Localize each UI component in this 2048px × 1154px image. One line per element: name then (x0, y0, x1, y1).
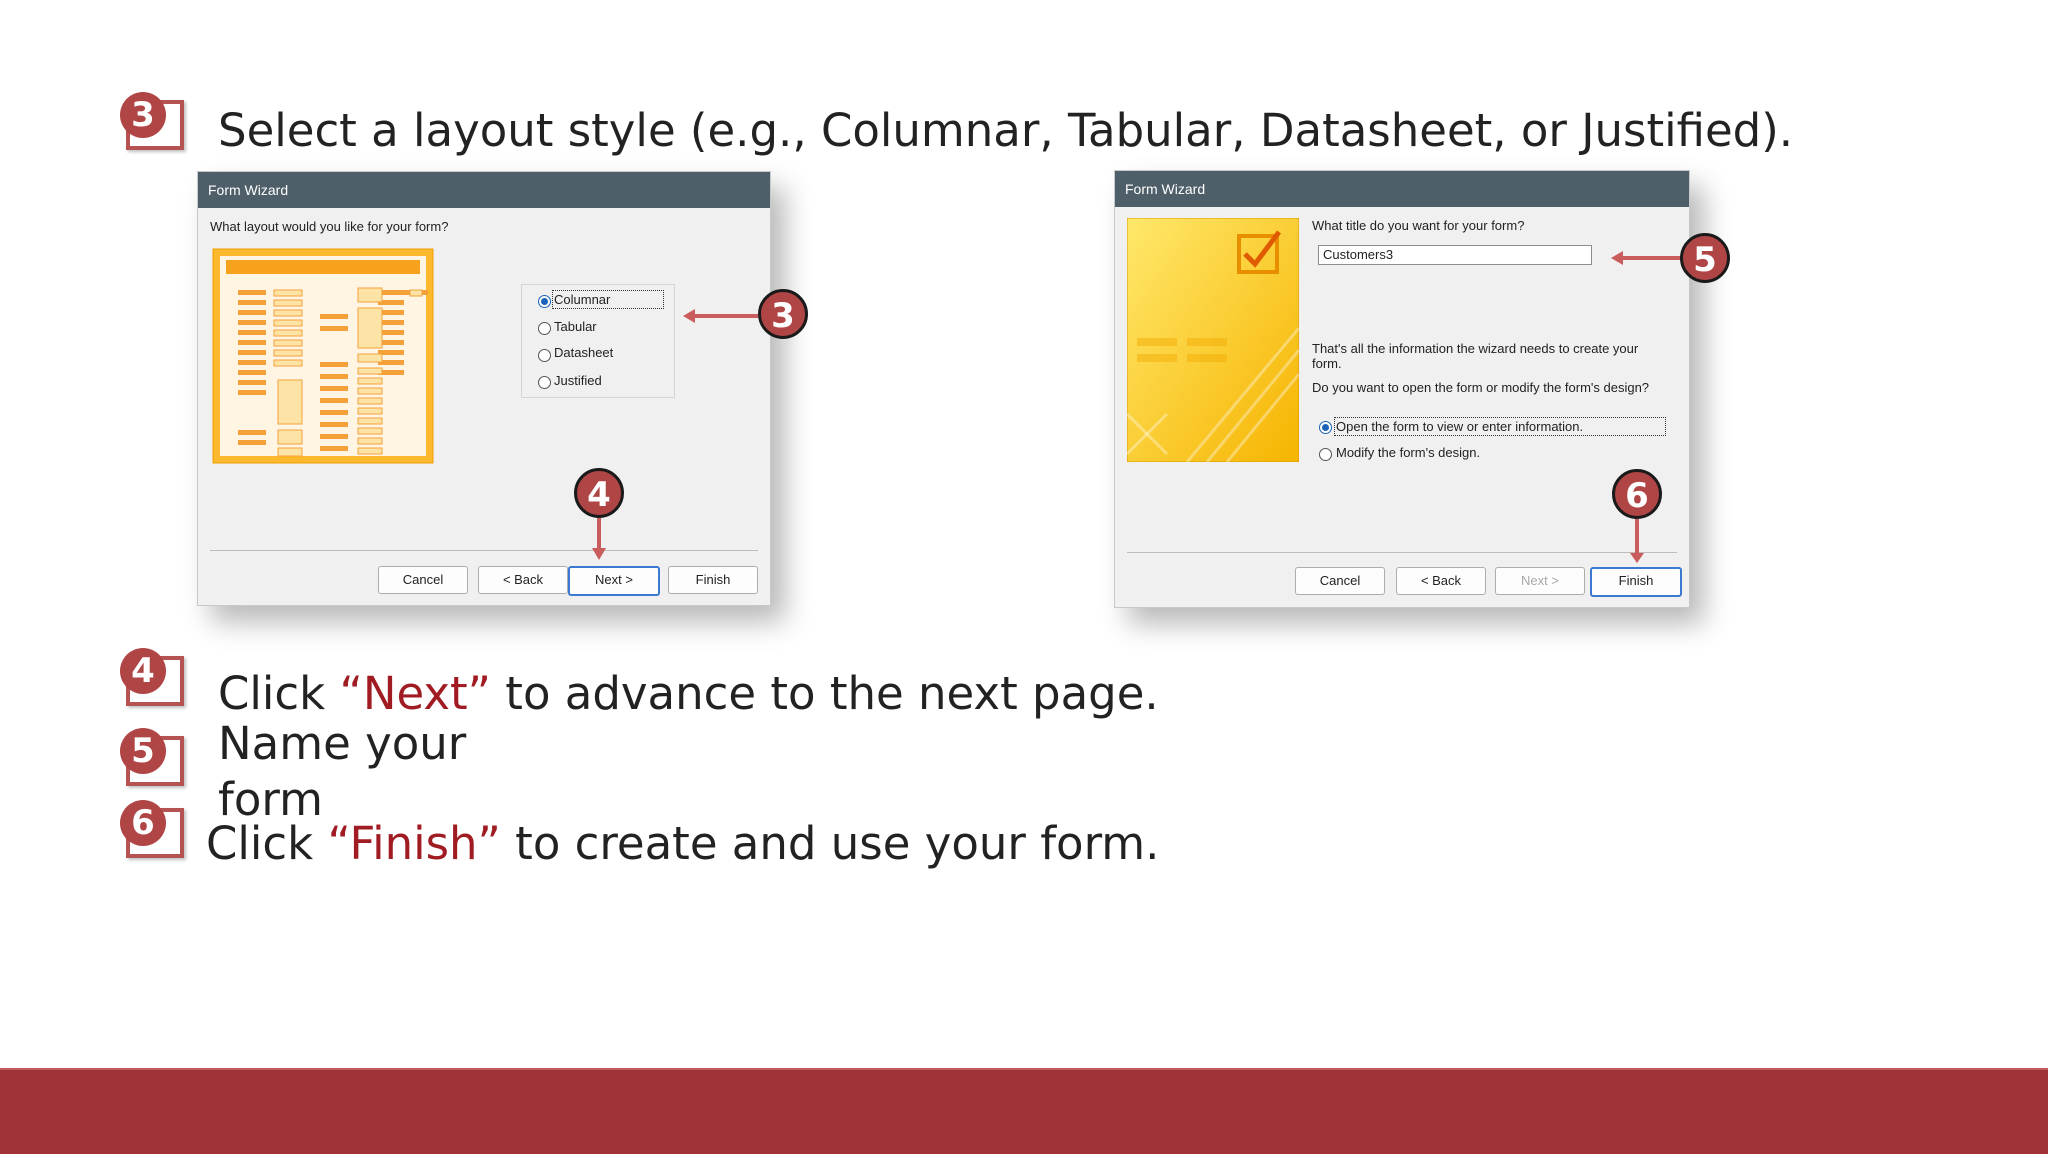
step-5-badge: 5 (120, 728, 184, 786)
radio-modify-design-label[interactable]: Modify the form's design. (1336, 445, 1480, 460)
wizard-side-image (1127, 218, 1299, 462)
radio-datasheet[interactable] (538, 349, 551, 362)
step-4-badge: 4 (120, 648, 184, 706)
back-button[interactable]: < Back (478, 566, 568, 594)
dialog-title: Form Wizard (198, 172, 770, 208)
dialog-title: Form Wizard (1115, 171, 1689, 207)
step-4-pre: Click (218, 667, 340, 720)
callout-5: 5 (1680, 233, 1730, 283)
callout-6-arrowhead (1630, 553, 1644, 563)
step-3-text: Select a layout style (e.g., Columnar, T… (218, 104, 1794, 157)
back-button[interactable]: < Back (1396, 567, 1486, 595)
radio-modify-design[interactable] (1319, 448, 1332, 461)
step-number: 5 (120, 728, 166, 774)
radio-columnar[interactable] (538, 295, 551, 308)
step-5-text-line2: form (218, 773, 323, 826)
step-6-pre: Click (206, 817, 328, 870)
wizard-info-line1b: form. (1312, 356, 1342, 371)
finish-button[interactable]: Finish (668, 566, 758, 594)
title-question: What title do you want for your form? (1312, 218, 1525, 233)
wizard-info-line2: Do you want to open the form or modify t… (1312, 380, 1650, 395)
layout-preview-image (212, 248, 434, 464)
step-number: 4 (120, 648, 166, 694)
cancel-button[interactable]: Cancel (378, 566, 468, 594)
radio-tabular[interactable] (538, 322, 551, 335)
layout-question: What layout would you like for your form… (210, 219, 449, 234)
next-button[interactable]: Next > (568, 566, 660, 596)
finish-button[interactable]: Finish (1590, 567, 1682, 597)
form-wizard-title-dialog: Form Wizard What title do you want for y… (1114, 170, 1690, 608)
button-separator (1127, 552, 1677, 553)
wizard-info-line1: That's all the information the wizard ne… (1312, 341, 1639, 356)
radio-open-form[interactable] (1319, 421, 1332, 434)
step-3-badge: 3 (120, 92, 184, 150)
radio-open-form-label[interactable]: Open the form to view or enter informati… (1334, 417, 1666, 436)
cancel-button[interactable]: Cancel (1295, 567, 1385, 595)
radio-datasheet-label[interactable]: Datasheet (554, 345, 613, 360)
form-title-input[interactable]: Customers3 (1318, 245, 1592, 265)
next-button: Next > (1495, 567, 1585, 595)
step-6-badge: 6 (120, 800, 184, 858)
callout-5-arrowhead (1611, 251, 1623, 265)
callout-3: 3 (758, 289, 808, 339)
radio-tabular-label[interactable]: Tabular (554, 319, 597, 334)
step-4-post: to advance to the next page. (491, 667, 1159, 720)
callout-4-arrow (597, 518, 601, 550)
callout-3-arrow (688, 314, 758, 318)
step-number: 3 (120, 92, 166, 138)
radio-columnar-label[interactable]: Columnar (552, 290, 664, 309)
radio-justified[interactable] (538, 376, 551, 389)
callout-6-arrow (1635, 519, 1639, 555)
callout-3-arrowhead (683, 309, 695, 323)
form-wizard-layout-dialog: Form Wizard What layout would you like f… (197, 171, 771, 606)
step-6-post: to create and use your form. (500, 817, 1160, 870)
step-4-highlight: “Next” (339, 667, 491, 720)
callout-4: 4 (574, 468, 624, 518)
radio-justified-label[interactable]: Justified (554, 373, 602, 388)
callout-4-arrowhead (592, 548, 606, 560)
callout-5-arrow (1620, 256, 1682, 260)
callout-6: 6 (1612, 469, 1662, 519)
step-5-text-line1: Name your (218, 717, 467, 770)
step-6-text: Click “Finish” to create and use your fo… (206, 821, 1159, 866)
step-number: 6 (120, 800, 166, 846)
button-separator (210, 550, 758, 551)
step-6-highlight: “Finish” (327, 817, 501, 870)
step-4-text: Click “Next” to advance to the next page… (218, 671, 1159, 716)
footer-bar (0, 1068, 2048, 1154)
